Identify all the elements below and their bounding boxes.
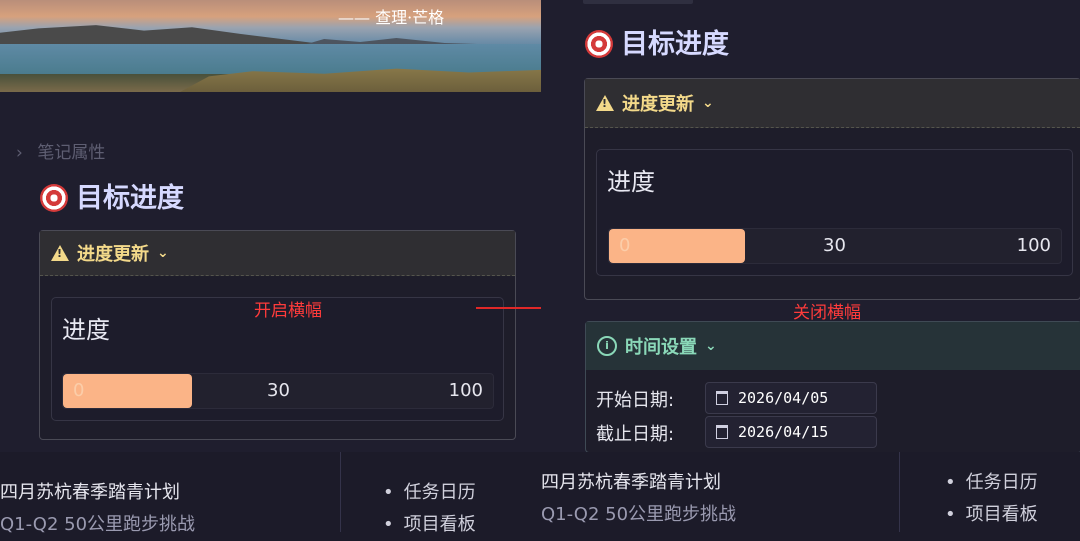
progress-min: 0 xyxy=(619,235,631,256)
left-panel: —— 查理·芒格 › 笔记属性 目标进度 进度更新 ⌄ 进度 0 30 100 … xyxy=(0,0,542,541)
progress-callout: 进度更新 ⌄ 进度 0 30 100 xyxy=(39,230,516,440)
annotation-banner-on: 开启横幅 xyxy=(254,301,322,321)
progress-min: 0 xyxy=(73,380,85,401)
chevron-right-icon: › xyxy=(16,143,23,163)
target-icon xyxy=(585,30,613,58)
progress-callout-title: 进度更新 xyxy=(77,244,149,265)
progress-label: 进度 xyxy=(607,168,655,196)
start-date-label: 开始日期: xyxy=(596,390,675,411)
progress-max: 100 xyxy=(1016,235,1051,256)
project-board-link[interactable]: 项目看板 xyxy=(945,500,1038,526)
progress-callout-header[interactable]: 进度更新 ⌄ xyxy=(40,231,515,276)
task-calendar-link[interactable]: 任务日历 xyxy=(945,468,1038,494)
divider xyxy=(899,452,900,532)
end-date-value: 2026/04/15 xyxy=(738,423,829,441)
project-link[interactable]: 四月苏杭春季踏青计划 xyxy=(0,478,180,504)
right-panel: 目标进度 进度更新 ⌄ 进度 0 30 100 关闭横幅 i 时间设置 ⌄ 开始… xyxy=(541,0,1080,541)
page-title-text: 目标进度 xyxy=(621,29,729,60)
time-settings-title: 时间设置 xyxy=(625,337,697,358)
progress-callout: 进度更新 ⌄ 进度 0 30 100 xyxy=(584,78,1080,300)
progress-card: 进度 0 30 100 xyxy=(596,149,1073,276)
banner-image: —— 查理·芒格 xyxy=(0,0,541,92)
sea-shape xyxy=(0,44,541,74)
chevron-down-icon: ⌄ xyxy=(702,95,714,111)
page-title: 目标进度 xyxy=(40,176,184,215)
calendar-icon xyxy=(716,425,728,439)
project-board-link[interactable]: 项目看板 xyxy=(383,510,476,536)
project-link[interactable]: Q1-Q2 50公里跑步挑战 xyxy=(541,500,736,526)
end-date-field[interactable]: 2026/04/15 xyxy=(705,416,877,448)
task-calendar-link[interactable]: 任务日历 xyxy=(383,478,476,504)
progress-bar[interactable]: 0 30 100 xyxy=(608,228,1062,264)
annotation-banner-off: 关闭横幅 xyxy=(793,303,861,323)
progress-value: 30 xyxy=(823,235,846,256)
warning-icon xyxy=(596,95,614,111)
progress-label: 进度 xyxy=(62,316,110,344)
banner-quote: —— 查理·芒格 xyxy=(338,8,445,27)
time-settings-callout: i 时间设置 ⌄ 开始日期: 2026/04/05 截止日期: 2026/04/… xyxy=(585,321,1080,453)
calendar-icon xyxy=(716,391,728,405)
chevron-down-icon: ⌄ xyxy=(157,245,169,261)
progress-callout-title: 进度更新 xyxy=(622,94,694,115)
progress-bar[interactable]: 0 30 100 xyxy=(62,373,494,409)
progress-callout-header[interactable]: 进度更新 ⌄ xyxy=(585,79,1080,128)
scrolled-content xyxy=(583,0,693,4)
start-date-field[interactable]: 2026/04/05 xyxy=(705,382,877,414)
footer-panel: 四月苏杭春季踏青计划 Q1-Q2 50公里跑步挑战 任务日历 项目看板 xyxy=(0,452,541,541)
progress-value: 30 xyxy=(267,380,290,401)
target-icon xyxy=(40,184,68,212)
info-icon: i xyxy=(597,336,617,356)
project-link[interactable]: Q1-Q2 50公里跑步挑战 xyxy=(0,510,195,536)
warning-icon xyxy=(51,245,69,261)
divider xyxy=(340,452,341,532)
mountain-shape xyxy=(0,25,320,46)
footer-panel: 四月苏杭春季踏青计划 Q1-Q2 50公里跑步挑战 任务日历 项目看板 xyxy=(541,452,1080,541)
project-link[interactable]: 四月苏杭春季踏青计划 xyxy=(541,468,721,494)
time-settings-header[interactable]: i 时间设置 ⌄ xyxy=(586,322,1080,370)
start-date-value: 2026/04/05 xyxy=(738,389,829,407)
progress-max: 100 xyxy=(448,380,483,401)
note-properties-toggle[interactable]: › 笔记属性 xyxy=(16,138,105,163)
note-properties-label: 笔记属性 xyxy=(37,143,106,163)
page-title-text: 目标进度 xyxy=(76,183,184,214)
end-date-label: 截止日期: xyxy=(596,424,675,445)
page-title: 目标进度 xyxy=(585,22,729,61)
chevron-down-icon: ⌄ xyxy=(705,338,717,354)
